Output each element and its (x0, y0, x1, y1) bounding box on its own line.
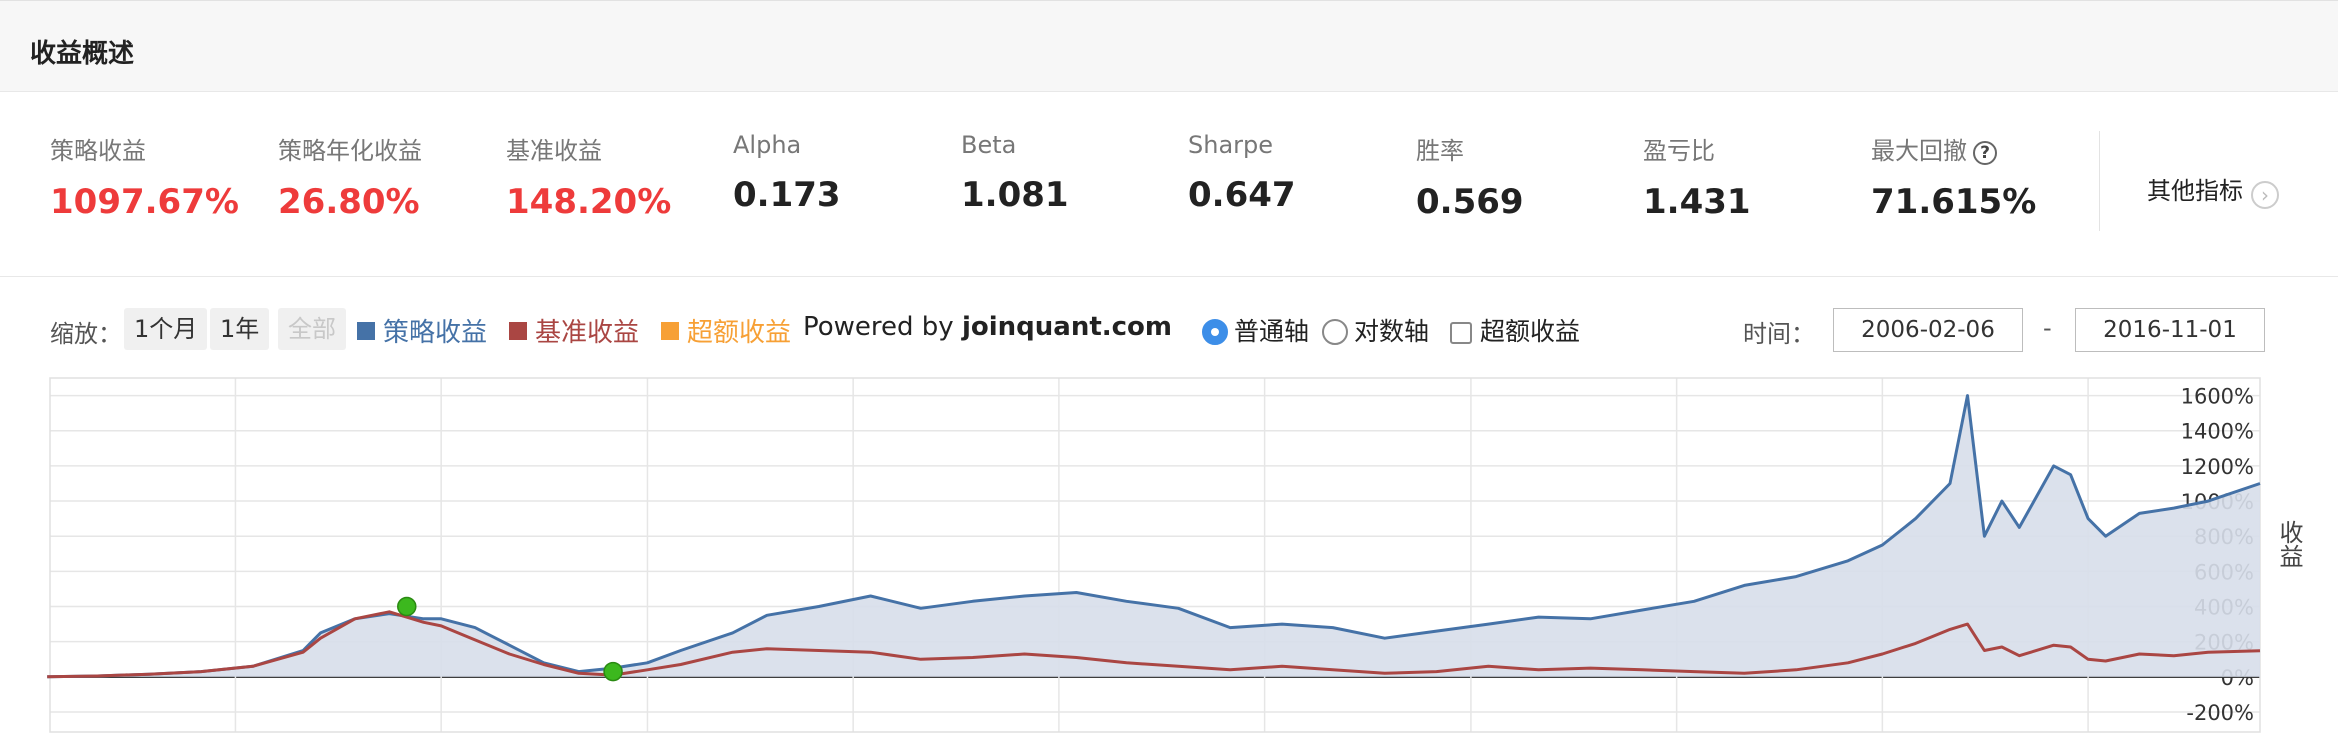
metrics-row: 策略收益 1097.67% 策略年化收益 26.80% 基准收益 148.20%… (0, 91, 2338, 277)
metric-win-rate: 胜率 0.569 (1416, 131, 1524, 222)
metric-label: Sharpe (1188, 131, 1274, 159)
zoom-1-month-button[interactable]: 1个月 (124, 308, 208, 350)
excess-return-checkbox[interactable]: 超额收益 (1450, 312, 1580, 348)
legend-label: 基准收益 (535, 318, 640, 348)
date-range-dash: - (2043, 314, 2052, 342)
zoom-all-button[interactable]: 全部 (278, 308, 346, 350)
metric-value: 71.615% (1871, 182, 2037, 222)
metric-label: 策略年化收益 (278, 137, 422, 165)
divider (2099, 131, 2100, 231)
legend-benchmark-return[interactable]: 基准收益 (509, 312, 639, 349)
legend-strategy-return[interactable]: 策略收益 (357, 312, 487, 349)
zoom-label: 缩放： (50, 320, 122, 348)
metric-value: 26.80% (278, 182, 420, 222)
checkbox-label: 超额收益 (1480, 317, 1581, 346)
legend-swatch (357, 322, 375, 340)
chart-toolbar: 缩放： 1个月 1年 全部 策略收益 基准收益 超额收益 Powered by … (0, 300, 2338, 360)
powered-prefix: Powered by (803, 312, 962, 342)
metric-value: 1097.67% (50, 182, 239, 222)
metric-profit-loss-ratio: 盈亏比 1.431 (1643, 131, 1751, 222)
other-metrics-label: 其他指标 (2147, 177, 2243, 205)
metric-label: Beta (961, 131, 1017, 159)
axis-option-linear[interactable]: 普通轴 (1202, 312, 1309, 348)
metric-beta: Beta 1.081 (961, 131, 1069, 215)
date-from-input[interactable] (1833, 308, 2023, 352)
y-axis-title: 收益 (2275, 520, 2303, 568)
metric-label: Alpha (733, 131, 802, 159)
time-label: 时间： (1743, 320, 1815, 348)
metric-label: 盈亏比 (1643, 137, 1715, 165)
chevron-right-icon: › (2251, 181, 2279, 209)
metric-value: 0.647 (1188, 175, 1296, 215)
date-to-input[interactable] (2075, 308, 2265, 352)
returns-chart[interactable]: 1600%1400%1200%1000%800%600%400%200%0%-2… (0, 370, 2338, 740)
legend-swatch (509, 322, 527, 340)
legend-label: 超额收益 (687, 318, 792, 348)
metric-label: 胜率 (1416, 137, 1464, 165)
metric-sharpe: Sharpe 0.647 (1188, 131, 1296, 215)
metric-value: 1.081 (961, 175, 1069, 215)
y-tick-label: 1400% (2181, 420, 2254, 444)
other-metrics-button[interactable]: 其他指标 › (2147, 171, 2279, 209)
radio-unchecked-icon (1322, 319, 1348, 345)
metric-label: 基准收益 (506, 137, 602, 165)
axis-option-label: 对数轴 (1354, 317, 1430, 346)
metric-label: 策略收益 (50, 137, 146, 165)
help-icon[interactable]: ? (1973, 141, 1997, 165)
y-tick-label: 1600% (2181, 385, 2254, 409)
axis-option-log[interactable]: 对数轴 (1322, 312, 1429, 348)
y-tick-label: 1200% (2181, 455, 2254, 479)
event-marker (397, 596, 417, 617)
powered-by-credit[interactable]: Powered by joinquant.com (803, 312, 1172, 342)
metric-benchmark-return: 基准收益 148.20% (506, 131, 671, 222)
metric-strategy-return: 策略收益 1097.67% (50, 131, 239, 222)
axis-option-label: 普通轴 (1234, 317, 1310, 346)
legend-excess-return[interactable]: 超额收益 (661, 312, 791, 349)
legend-swatch (661, 322, 679, 340)
zoom-1-year-button[interactable]: 1年 (210, 308, 270, 350)
metric-alpha: Alpha 0.173 (733, 131, 841, 215)
event-marker (603, 661, 623, 682)
panel-title: 收益概述 (30, 39, 135, 69)
metric-annual-return: 策略年化收益 26.80% (278, 131, 422, 222)
metric-label-text: 最大回撤 (1871, 137, 1967, 165)
y-tick-label: -200% (2186, 701, 2254, 725)
legend-label: 策略收益 (383, 318, 488, 348)
metric-value: 0.569 (1416, 182, 1524, 222)
radio-checked-icon (1202, 319, 1228, 345)
panel-header: 收益概述 (0, 0, 2338, 92)
metric-max-drawdown: 最大回撤? 71.615% (1871, 131, 2036, 222)
metric-value: 0.173 (733, 175, 841, 215)
powered-site: joinquant.com (961, 312, 1173, 342)
metric-value: 148.20% (506, 182, 672, 222)
metric-label: 最大回撤? (1871, 131, 2036, 166)
checkbox-icon (1450, 322, 1472, 344)
metric-value: 1.431 (1643, 182, 1751, 222)
